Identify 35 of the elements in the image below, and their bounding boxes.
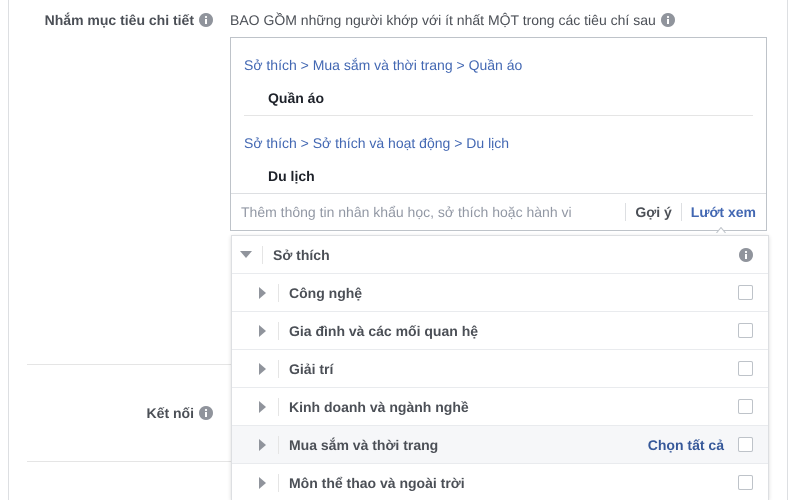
- mode-tab[interactable]: Gợi ý: [625, 203, 672, 221]
- category-path: Sở thích > Sở thích và hoạt động > Du lịch: [244, 135, 510, 152]
- expand-triangle-icon[interactable]: [259, 286, 266, 298]
- category-item[interactable]: Giải trí: [289, 360, 738, 376]
- select-all-link[interactable]: Chọn tất cả: [648, 436, 724, 452]
- expand-triangle-icon[interactable]: [259, 400, 266, 412]
- checkbox[interactable]: [738, 323, 753, 338]
- category-item[interactable]: Công nghệ: [289, 284, 738, 300]
- category-item[interactable]: Gia đình và các mối quan hệ: [289, 322, 738, 338]
- expand-triangle-icon[interactable]: [259, 324, 266, 336]
- selected-interest: Du lịch: [268, 168, 316, 185]
- category-item[interactable]: Mua sắm và thời trang: [289, 436, 648, 452]
- checkbox[interactable]: [738, 399, 753, 414]
- category-title: Sở thích: [273, 246, 331, 262]
- info-icon[interactable]: [660, 13, 675, 27]
- expand-triangle-icon[interactable]: [259, 438, 266, 450]
- category-item[interactable]: Môn thể thao và ngoài trời: [289, 474, 738, 490]
- info-icon[interactable]: [199, 13, 213, 27]
- collapse-triangle-icon[interactable]: [240, 250, 252, 258]
- field-label: Kết nối: [146, 405, 194, 421]
- category-item[interactable]: Kinh doanh và ngành nghề: [289, 398, 738, 414]
- search-field[interactable]: Thêm thông tin nhân khẩu học, sở thích hoặc hành vi: [241, 204, 616, 220]
- checkbox[interactable]: [738, 361, 753, 376]
- checkbox[interactable]: [738, 437, 753, 452]
- selected-interest: Quần áo: [268, 90, 326, 107]
- info-icon[interactable]: [199, 406, 213, 420]
- description-text: BAO GỒM những người khớp với ít nhất MỘT trong các tiêu chí sau: [230, 12, 656, 28]
- expand-triangle-icon[interactable]: [259, 362, 266, 374]
- mode-tab[interactable]: Lướt xem: [680, 203, 756, 221]
- category-path: Sở thích > Mua sắm và thời trang > Quần áo: [244, 57, 524, 74]
- field-label: Nhắm mục tiêu chi tiết: [44, 12, 194, 28]
- checkbox[interactable]: [738, 475, 753, 490]
- info-icon[interactable]: [739, 248, 753, 262]
- checkbox[interactable]: [738, 285, 753, 300]
- expand-triangle-icon[interactable]: [259, 476, 266, 488]
